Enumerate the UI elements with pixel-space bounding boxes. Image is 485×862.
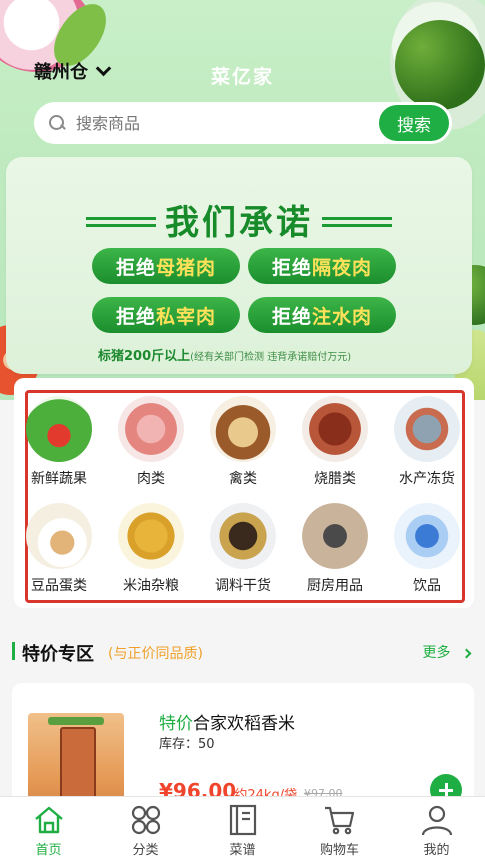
pill-prefix: 拒绝 xyxy=(115,256,156,279)
search-button[interactable]: 搜索 xyxy=(379,105,449,141)
seasoning-icon xyxy=(210,503,276,569)
tab-label: 分类 xyxy=(132,843,159,858)
tab-cart[interactable]: 购物车 xyxy=(291,797,388,862)
category-label: 水产冻货 xyxy=(399,471,455,487)
recipe-icon xyxy=(226,803,260,837)
category-label: 禽类 xyxy=(229,471,257,487)
seafood-icon xyxy=(394,396,460,462)
banner-note: 标猪200斤以上(经有关部门检测 违背承诺赔付万元) xyxy=(98,345,351,364)
search-bar[interactable]: 搜索 xyxy=(34,102,452,144)
section-accent-bar xyxy=(12,642,15,660)
drink-icon xyxy=(394,503,460,569)
category-label: 厨房用品 xyxy=(307,578,363,594)
category-poultry[interactable]: 禽类 xyxy=(197,396,289,488)
eggs-icon xyxy=(26,503,92,569)
pill-highlight: 注水肉 xyxy=(312,305,373,328)
roast-meat-icon xyxy=(302,396,368,462)
category-rice-oil[interactable]: 米油杂粮 xyxy=(105,503,197,595)
special-zone-header: 特价专区 (与正价同品质) 更多 xyxy=(12,640,474,665)
section-title: 特价专区 xyxy=(22,644,94,665)
tab-category[interactable]: 分类 xyxy=(97,797,194,862)
tab-recipe[interactable]: 菜谱 xyxy=(194,797,291,862)
tab-profile[interactable]: 我的 xyxy=(388,797,485,862)
sale-tag: 特价 xyxy=(159,714,193,734)
search-input[interactable] xyxy=(76,113,366,133)
banner-pill: 拒绝 隔夜肉 xyxy=(248,248,396,284)
category-meat[interactable]: 肉类 xyxy=(105,396,197,488)
more-link[interactable]: 更多 xyxy=(422,642,472,662)
category-eggs[interactable]: 豆品蛋类 xyxy=(13,503,105,595)
kitchenware-icon xyxy=(302,503,368,569)
pill-highlight: 私宰肉 xyxy=(156,305,217,328)
product-name: 合家欢稻香米 xyxy=(193,714,295,734)
pill-highlight: 隔夜肉 xyxy=(312,256,373,279)
banner-pill: 拒绝 私宰肉 xyxy=(92,297,240,333)
product-stock: 库存：50 xyxy=(159,737,215,752)
chevron-right-icon xyxy=(461,648,472,659)
tab-label: 我的 xyxy=(423,843,450,858)
category-drinks[interactable]: 饮品 xyxy=(381,503,473,595)
category-seafood[interactable]: 水产冻货 xyxy=(381,396,473,488)
category-label: 豆品蛋类 xyxy=(31,578,87,594)
vegetable-icon xyxy=(26,396,92,462)
category-seasoning[interactable]: 调料干货 xyxy=(197,503,289,595)
pill-highlight: 母猪肉 xyxy=(156,256,217,279)
category-label: 烧腊类 xyxy=(314,471,356,487)
profile-icon xyxy=(420,803,454,837)
category-vegetables[interactable]: 新鲜蔬果 xyxy=(13,396,105,488)
tab-label: 菜谱 xyxy=(229,843,256,858)
banner-note-sub: (经有关部门检测 违背承诺赔付万元) xyxy=(190,352,352,363)
category-icon xyxy=(129,803,163,837)
section-subtitle: (与正价同品质) xyxy=(108,646,203,662)
category-roast-meat[interactable]: 烧腊类 xyxy=(289,396,381,488)
home-icon xyxy=(32,803,66,837)
app-title: 菜亿家 xyxy=(210,66,274,88)
meat-icon xyxy=(118,396,184,462)
tab-label: 首页 xyxy=(35,843,62,858)
tab-label: 购物车 xyxy=(319,843,359,858)
pill-prefix: 拒绝 xyxy=(271,305,312,328)
tab-home[interactable]: 首页 xyxy=(0,797,97,862)
category-label: 肉类 xyxy=(137,471,165,487)
category-label: 新鲜蔬果 xyxy=(31,471,87,487)
search-icon xyxy=(48,114,66,132)
more-label: 更多 xyxy=(422,645,451,661)
hero-header: 赣州仓 菜亿家 搜索 我们承诺 拒绝母猪肉 拒绝隔夜肉 拒绝私宰肉 拒绝注水肉 … xyxy=(0,0,485,400)
promise-banner[interactable]: 我们承诺 拒绝 母猪肉 拒绝 隔夜肉 拒绝 私宰肉 拒绝 注水肉 标猪200斤以上(经有… xyxy=(6,157,472,374)
category-label: 米油杂粮 xyxy=(123,578,179,594)
banner-pill: 拒绝 母猪肉 xyxy=(92,248,240,284)
rice-oil-icon xyxy=(118,503,184,569)
category-label: 调料干货 xyxy=(215,578,271,594)
product-title: 特价合家欢稻香米 xyxy=(159,709,295,734)
banner-note-main: 标猪200斤以上 xyxy=(98,349,191,364)
category-label: 饮品 xyxy=(413,578,441,594)
pill-prefix: 拒绝 xyxy=(271,256,312,279)
banner-title: 我们承诺 xyxy=(165,203,313,243)
bottom-tabbar: 首页 分类 菜谱 购物车 我的 xyxy=(0,796,485,862)
banner-pill: 拒绝 注水肉 xyxy=(248,297,396,333)
pill-prefix: 拒绝 xyxy=(115,305,156,328)
category-kitchenware[interactable]: 厨房用品 xyxy=(289,503,381,595)
cart-icon xyxy=(323,803,357,837)
poultry-icon xyxy=(210,396,276,462)
